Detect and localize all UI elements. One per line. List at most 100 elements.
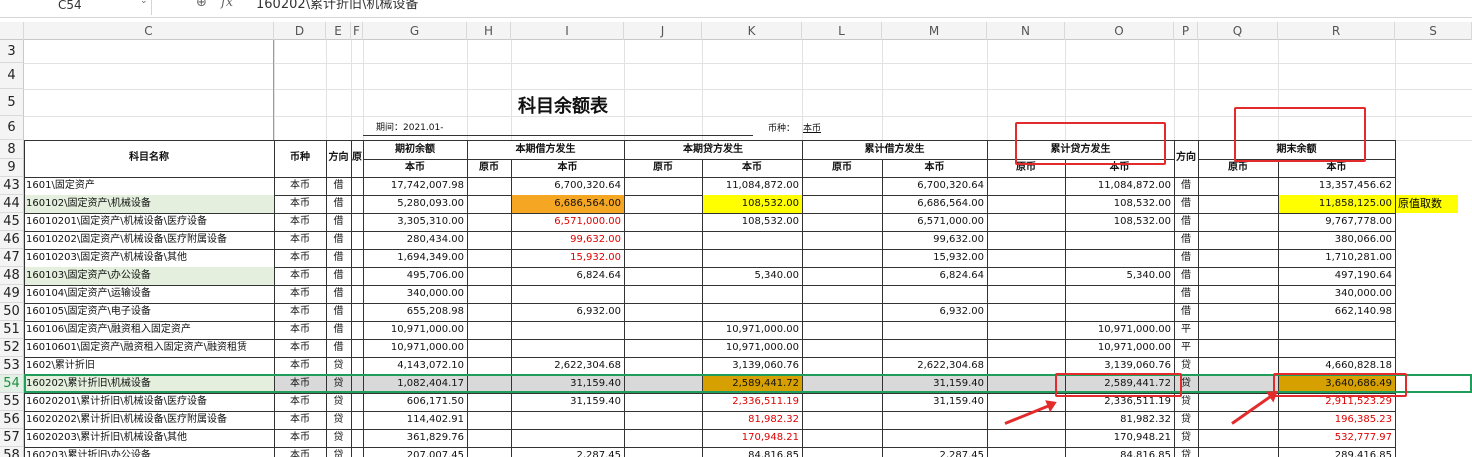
closing-local-cell[interactable]: 289,416.85 (1278, 447, 1395, 457)
period-debit-local-cell[interactable]: 15,932.00 (511, 249, 624, 267)
subject-name-cell[interactable]: 160203\累计折旧\办公设备 (24, 447, 274, 457)
row-header-56[interactable]: 56 (0, 411, 24, 429)
period-credit-local-cell[interactable] (702, 231, 802, 249)
column-header-N[interactable]: N (987, 22, 1065, 40)
currency-cell[interactable]: 本币 (274, 393, 326, 411)
direction-end-cell[interactable]: 平 (1174, 339, 1198, 357)
closing-local-cell[interactable] (1278, 321, 1395, 339)
period-credit-local-cell[interactable]: 108,532.00 (702, 195, 802, 213)
cum-credit-local-cell[interactable]: 11,084,872.00 (1065, 177, 1174, 195)
direction-cell[interactable]: 借 (326, 231, 351, 249)
subject-name-cell[interactable]: 16020202\累计折旧\机械设备\医疗附属设备 (24, 411, 274, 429)
direction-end-cell[interactable]: 贷 (1174, 411, 1198, 429)
period-debit-local-cell[interactable] (511, 429, 624, 447)
direction-end-cell[interactable]: 借 (1174, 231, 1198, 249)
direction-cell[interactable]: 借 (326, 339, 351, 357)
period-credit-local-cell[interactable]: 2,336,511.19 (702, 393, 802, 411)
subject-name-cell[interactable]: 16020201\累计折旧\机械设备\医疗设备 (24, 393, 274, 411)
opening-local-cell[interactable]: 1,694,349.00 (363, 249, 467, 267)
direction-end-cell[interactable]: 借 (1174, 177, 1198, 195)
zoom-icon[interactable]: ⊕ (196, 0, 207, 10)
subject-name-cell[interactable]: 160103\固定资产\办公设备 (24, 267, 274, 285)
currency-cell[interactable]: 本币 (274, 213, 326, 231)
column-header-D[interactable]: D (274, 22, 326, 40)
row-header-52[interactable]: 52 (0, 339, 24, 357)
cum-debit-local-cell[interactable]: 6,824.64 (882, 267, 987, 285)
currency-cell[interactable]: 本币 (274, 267, 326, 285)
cum-debit-local-cell[interactable]: 6,686,564.00 (882, 195, 987, 213)
closing-local-cell[interactable] (1278, 339, 1395, 357)
cum-credit-local-cell[interactable]: 10,971,000.00 (1065, 321, 1174, 339)
column-header-G[interactable]: G (363, 22, 467, 40)
period-debit-local-cell[interactable]: 6,686,564.00 (511, 195, 624, 213)
closing-local-cell[interactable]: 1,710,281.00 (1278, 249, 1395, 267)
cum-debit-local-cell[interactable] (882, 339, 987, 357)
column-header-Q[interactable]: Q (1198, 22, 1278, 40)
currency-cell[interactable]: 本币 (274, 231, 326, 249)
period-credit-local-cell[interactable]: 81,982.32 (702, 411, 802, 429)
period-credit-local-cell[interactable]: 3,139,060.76 (702, 357, 802, 375)
period-debit-local-cell[interactable] (511, 285, 624, 303)
opening-local-cell[interactable]: 655,208.98 (363, 303, 467, 321)
direction-end-cell[interactable]: 借 (1174, 249, 1198, 267)
direction-cell[interactable]: 借 (326, 321, 351, 339)
row-header-54[interactable]: 54 (0, 375, 24, 393)
cum-debit-local-cell[interactable]: 6,571,000.00 (882, 213, 987, 231)
cum-debit-local-cell[interactable]: 6,932.00 (882, 303, 987, 321)
direction-end-cell[interactable]: 借 (1174, 285, 1198, 303)
period-credit-local-cell[interactable]: 10,971,000.00 (702, 321, 802, 339)
subject-name-cell[interactable]: 16010601\固定资产\融资租入固定资产\融资租赁 (24, 339, 274, 357)
period-credit-local-cell[interactable]: 10,971,000.00 (702, 339, 802, 357)
row-header-58[interactable]: 58 (0, 447, 24, 457)
subject-name-cell[interactable]: 160104\固定资产\运输设备 (24, 285, 274, 303)
cum-debit-local-cell[interactable] (882, 429, 987, 447)
cum-credit-local-cell[interactable] (1065, 303, 1174, 321)
opening-local-cell[interactable]: 5,280,093.00 (363, 195, 467, 213)
row-header-53[interactable]: 53 (0, 357, 24, 375)
closing-local-cell[interactable]: 662,140.98 (1278, 303, 1395, 321)
subject-name-cell[interactable]: 1602\累计折旧 (24, 357, 274, 375)
column-header-F[interactable]: F (351, 22, 363, 40)
cum-credit-local-cell[interactable] (1065, 285, 1174, 303)
opening-local-cell[interactable]: 3,305,310.00 (363, 213, 467, 231)
column-header-C[interactable]: C (24, 22, 274, 40)
formula-input[interactable]: 160202\累计折旧\机械设备 (256, 0, 418, 15)
subject-name-cell[interactable]: 1601\固定资产 (24, 177, 274, 195)
currency-cell[interactable]: 本币 (274, 249, 326, 267)
row-header-6[interactable]: 6 (0, 116, 24, 140)
row-header-4[interactable]: 4 (0, 63, 24, 89)
column-header-H[interactable]: H (467, 22, 511, 40)
opening-local-cell[interactable]: 114,402.91 (363, 411, 467, 429)
opening-local-cell[interactable]: 207,007.45 (363, 447, 467, 457)
cum-credit-local-cell[interactable]: 84,816.85 (1065, 447, 1174, 457)
currency-cell[interactable]: 本币 (274, 303, 326, 321)
period-debit-local-cell[interactable]: 31,159.40 (511, 393, 624, 411)
direction-cell[interactable]: 借 (326, 303, 351, 321)
currency-cell[interactable]: 本币 (274, 447, 326, 457)
column-header-I[interactable]: I (511, 22, 624, 40)
period-credit-local-cell[interactable] (702, 303, 802, 321)
period-debit-local-cell[interactable]: 6,932.00 (511, 303, 624, 321)
direction-end-cell[interactable]: 借 (1174, 267, 1198, 285)
closing-local-cell[interactable]: 13,357,456.62 (1278, 177, 1395, 195)
opening-local-cell[interactable]: 17,742,007.98 (363, 177, 467, 195)
direction-cell[interactable]: 贷 (326, 393, 351, 411)
cum-credit-local-cell[interactable]: 170,948.21 (1065, 429, 1174, 447)
cum-debit-local-cell[interactable]: 15,932.00 (882, 249, 987, 267)
opening-local-cell[interactable]: 10,971,000.00 (363, 339, 467, 357)
cum-credit-local-cell[interactable]: 108,532.00 (1065, 195, 1174, 213)
sheet-grid[interactable]: 3 4 5 6 8 9 科目余额表 期间：2021.01- 币种： 本币 科目名称 币种 方向原期初余额… (0, 40, 1472, 457)
direction-cell[interactable]: 借 (326, 267, 351, 285)
period-debit-local-cell[interactable]: 6,571,000.00 (511, 213, 624, 231)
period-debit-local-cell[interactable] (511, 339, 624, 357)
chevron-down-icon[interactable]: ⌄ (140, 0, 148, 6)
cum-debit-local-cell[interactable] (882, 411, 987, 429)
currency-cell[interactable]: 本币 (274, 321, 326, 339)
subject-name-cell[interactable]: 16010203\固定资产\机械设备\其他 (24, 249, 274, 267)
name-box[interactable]: C54 (0, 0, 152, 15)
subject-name-cell[interactable]: 16010201\固定资产\机械设备\医疗设备 (24, 213, 274, 231)
period-debit-local-cell[interactable] (511, 411, 624, 429)
row-header-8[interactable]: 8 (0, 140, 24, 159)
cum-credit-local-cell[interactable] (1065, 249, 1174, 267)
row-header-44[interactable]: 44 (0, 195, 24, 213)
